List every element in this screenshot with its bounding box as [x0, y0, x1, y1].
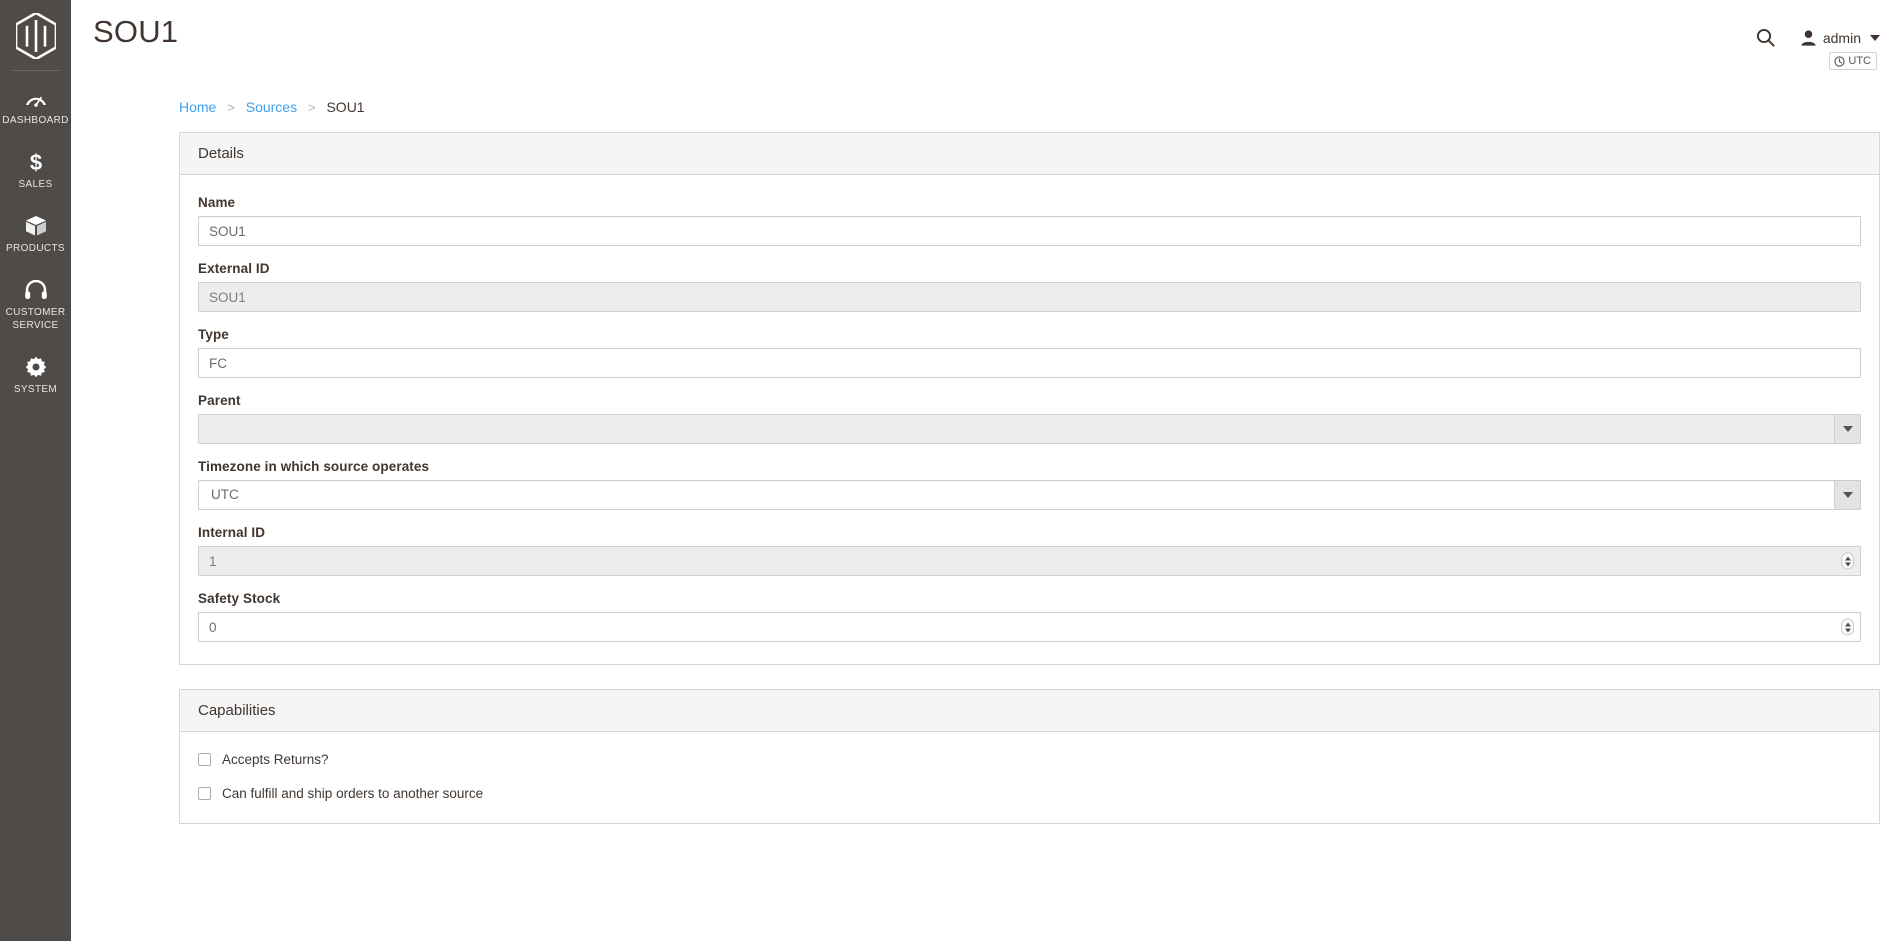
- magento-logo-icon[interactable]: [0, 4, 71, 64]
- checkbox-row-can-fulfill[interactable]: Can fulfill and ship orders to another s…: [198, 786, 1861, 801]
- page-title: SOU1: [93, 14, 179, 49]
- safety-stock-input[interactable]: [198, 612, 1861, 642]
- internal-id-input: [198, 546, 1861, 576]
- breadcrumb-separator: >: [307, 100, 316, 115]
- control-external-id: [198, 282, 1861, 312]
- breadcrumb-link-home[interactable]: Home: [179, 99, 216, 115]
- chevron-down-icon: [1870, 34, 1880, 41]
- field-label-type: Type: [198, 327, 229, 342]
- timezone-select[interactable]: UTC: [198, 480, 1861, 510]
- can-fulfill-label: Can fulfill and ship orders to another s…: [222, 786, 484, 801]
- sidebar-item-label: Sales: [18, 179, 53, 190]
- field-timezone: Timezone in which source operates UTC: [198, 459, 1861, 510]
- capabilities-panel-header[interactable]: Capabilities: [180, 690, 1879, 732]
- sidebar-item-dashboard[interactable]: Dashboard: [0, 75, 71, 139]
- sidebar-item-label: System: [13, 384, 58, 395]
- dashboard-gauge-icon: [24, 87, 48, 109]
- details-panel-header[interactable]: Details: [180, 133, 1879, 175]
- box-package-icon: [24, 215, 48, 237]
- breadcrumb-link-sources[interactable]: Sources: [246, 99, 297, 115]
- chevron-up-icon: [1844, 622, 1851, 626]
- sidebar-item-customer-service[interactable]: Customer Service: [0, 267, 71, 344]
- sidebar-divider: [12, 70, 59, 71]
- control-safety-stock: [198, 612, 1861, 642]
- field-type: Type: [198, 327, 1861, 378]
- field-external-id: External ID: [198, 261, 1861, 312]
- sidebar-item-products[interactable]: Products: [0, 203, 71, 267]
- field-label-external-id: External ID: [198, 261, 270, 276]
- content-wrapper: Details Name External ID: [179, 132, 1880, 824]
- control-name: [198, 216, 1861, 246]
- gear-icon: [25, 356, 47, 378]
- page-header: SOU1 admin UTC: [71, 0, 1904, 96]
- parent-select[interactable]: [198, 414, 1861, 444]
- headset-icon: [24, 279, 48, 301]
- timezone-label: UTC: [1848, 55, 1871, 67]
- details-panel-body: Name External ID Type: [180, 175, 1879, 664]
- field-internal-id: Internal ID: [198, 525, 1861, 576]
- checkbox-row-accepts-returns[interactable]: Accepts Returns?: [198, 752, 1861, 767]
- user-avatar-icon: [1801, 29, 1816, 46]
- name-input[interactable]: [198, 216, 1861, 246]
- dollar-sign-icon: $: [28, 151, 44, 173]
- parent-select-arrow-button[interactable]: [1834, 415, 1860, 443]
- sidebar-item-label: Dashboard: [2, 115, 69, 126]
- chevron-down-icon: [1844, 562, 1851, 566]
- timezone-badge[interactable]: UTC: [1829, 52, 1877, 70]
- safety-stock-stepper[interactable]: [1841, 618, 1854, 636]
- admin-username: admin: [1822, 29, 1861, 46]
- control-type: [198, 348, 1861, 378]
- field-label-name: Name: [198, 195, 236, 210]
- field-label-parent: Parent: [198, 393, 241, 408]
- timezone-select-value: UTC: [211, 487, 239, 502]
- field-parent: Parent: [198, 393, 1861, 444]
- external-id-input: [198, 282, 1861, 312]
- sidebar-item-label: Products: [6, 243, 65, 254]
- field-name: Name: [198, 195, 1861, 246]
- breadcrumb-separator: >: [227, 100, 235, 115]
- admin-page: Dashboard $ Sales Products: [0, 0, 1904, 941]
- sidebar-item-label: Customer Service: [5, 307, 66, 331]
- sidebar-item-sales[interactable]: $ Sales: [0, 139, 71, 203]
- admin-account-menu[interactable]: admin: [1801, 30, 1880, 46]
- field-safety-stock: Safety Stock: [198, 591, 1861, 642]
- chevron-down-icon: [1842, 492, 1853, 498]
- control-parent: [198, 414, 1861, 444]
- timezone-select-arrow-button[interactable]: [1834, 481, 1860, 509]
- breadcrumb-current: SOU1: [326, 99, 365, 115]
- chevron-down-icon: [1842, 426, 1853, 432]
- details-panel: Details Name External ID: [179, 132, 1880, 665]
- type-input[interactable]: [198, 348, 1861, 378]
- admin-sidebar: Dashboard $ Sales Products: [0, 0, 71, 941]
- main-content-area: SOU1 admin UTC Home > Sources > SOU1 Det…: [71, 0, 1904, 941]
- can-fulfill-checkbox[interactable]: [198, 787, 211, 800]
- field-label-internal-id: Internal ID: [198, 525, 266, 540]
- sidebar-item-system[interactable]: System: [0, 344, 71, 408]
- field-label-timezone: Timezone in which source operates: [198, 459, 430, 474]
- accepts-returns-label: Accepts Returns?: [222, 752, 329, 767]
- control-internal-id: [198, 546, 1861, 576]
- internal-id-stepper[interactable]: [1841, 552, 1854, 570]
- breadcrumb: Home > Sources > SOU1: [179, 96, 1904, 117]
- clock-icon: [1834, 55, 1846, 67]
- control-timezone: UTC: [198, 480, 1861, 510]
- chevron-up-icon: [1844, 556, 1851, 560]
- header-actions: admin: [1754, 26, 1880, 49]
- capabilities-panel: Capabilities Accepts Returns? Can fulfil…: [179, 689, 1880, 824]
- chevron-down-icon: [1844, 628, 1851, 632]
- accepts-returns-checkbox[interactable]: [198, 753, 211, 766]
- search-icon[interactable]: [1754, 26, 1777, 49]
- capabilities-panel-body: Accepts Returns? Can fulfill and ship or…: [180, 732, 1879, 823]
- field-label-safety-stock: Safety Stock: [198, 591, 281, 606]
- svg-text:$: $: [29, 151, 41, 173]
